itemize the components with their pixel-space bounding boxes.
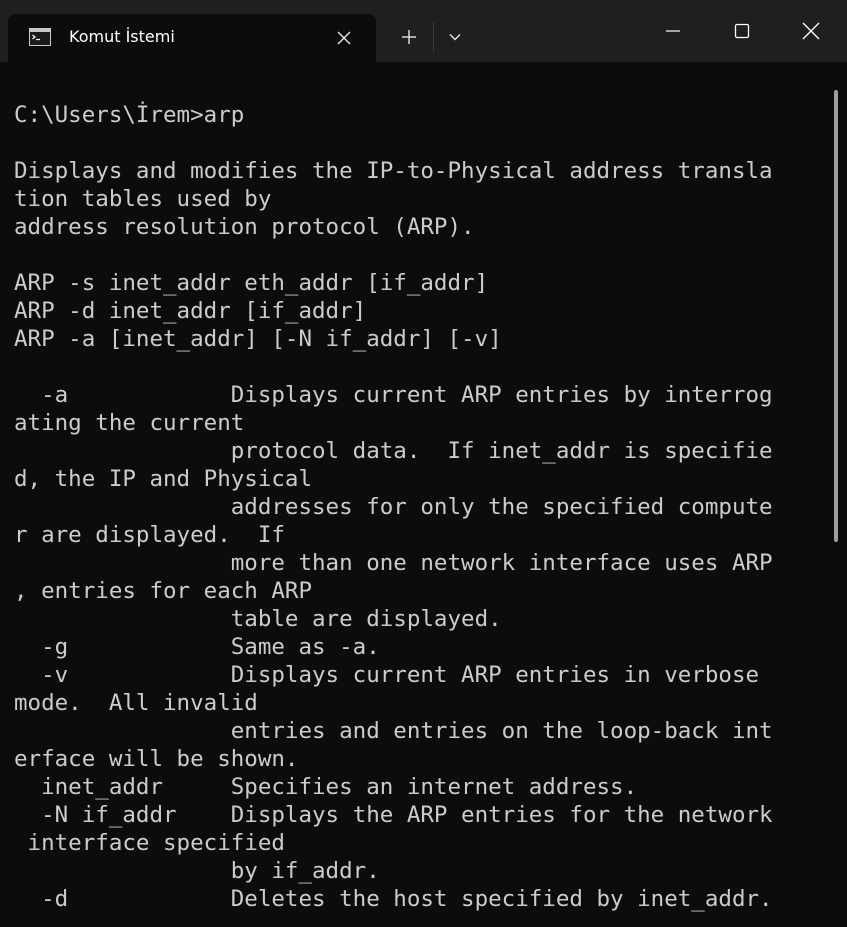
terminal-output[interactable]: C:\Users\İrem>arp Displays and modifies …: [14, 101, 814, 921]
new-tab-button[interactable]: [393, 22, 425, 52]
plus-icon: [402, 30, 416, 44]
terminal-line: more than one network interface uses ARP: [14, 550, 773, 576]
cmd-icon: [29, 28, 51, 46]
tab-komut-istemi[interactable]: Komut İstemi: [8, 14, 376, 62]
close-icon: [802, 22, 820, 40]
terminal-window: Komut İstemi C:\Users\İrem>arp Displays …: [0, 0, 847, 927]
terminal-line: tion tables used by: [14, 186, 272, 212]
minimize-icon: [666, 30, 680, 32]
terminal-line: ARP -a [inet_addr] [-N if_addr] [-v]: [14, 326, 502, 352]
terminal-line: d, the IP and Physical: [14, 466, 313, 492]
terminal-line: C:\Users\İrem>arp: [14, 102, 245, 128]
minimize-button[interactable]: [639, 0, 707, 62]
terminal-line: -N if_addr Displays the ARP entries for …: [14, 802, 773, 828]
terminal-line: Displays and modifies the IP-to-Physical…: [14, 158, 773, 184]
terminal-line: -v Displays current ARP entries in verbo…: [14, 662, 760, 688]
close-icon: [337, 31, 351, 45]
tab-dropdown-button[interactable]: [440, 22, 470, 52]
terminal-line: ating the current: [14, 410, 245, 436]
maximize-icon: [734, 23, 750, 39]
close-window-button[interactable]: [777, 0, 845, 62]
terminal-line: address resolution protocol (ARP).: [14, 214, 475, 240]
terminal-line: -g Same as -a.: [14, 634, 380, 660]
terminal-line: ARP -d inet_addr [if_addr]: [14, 298, 367, 324]
terminal-line: addresses for only the specified compute: [14, 494, 773, 520]
title-bar[interactable]: Komut İstemi: [0, 0, 847, 62]
terminal-line: -a Displays current ARP entries by inter…: [14, 382, 773, 408]
terminal-line: entries and entries on the loop-back int: [14, 718, 773, 744]
terminal-line: by if_addr.: [14, 858, 380, 884]
terminal-line: erface will be shown.: [14, 746, 299, 772]
tab-title: Komut İstemi: [69, 27, 175, 46]
terminal-line: inet_addr Specifies an internet address.: [14, 774, 638, 800]
maximize-button[interactable]: [708, 0, 776, 62]
terminal-line: table are displayed.: [14, 606, 502, 632]
chevron-down-icon: [449, 34, 461, 41]
tab-divider: [433, 22, 434, 52]
terminal-line: r are displayed. If: [14, 522, 285, 548]
tab-close-button[interactable]: [330, 24, 358, 52]
terminal-line: ARP -s inet_addr eth_addr [if_addr]: [14, 270, 489, 296]
terminal-line: -d Deletes the host specified by inet_ad…: [14, 886, 773, 912]
terminal-line: , entries for each ARP: [14, 578, 313, 604]
terminal-line: interface specified: [14, 830, 285, 856]
vertical-scrollbar[interactable]: [834, 90, 838, 542]
terminal-line: mode. All invalid: [14, 690, 258, 716]
terminal-line: protocol data. If inet_addr is specifie: [14, 438, 773, 464]
